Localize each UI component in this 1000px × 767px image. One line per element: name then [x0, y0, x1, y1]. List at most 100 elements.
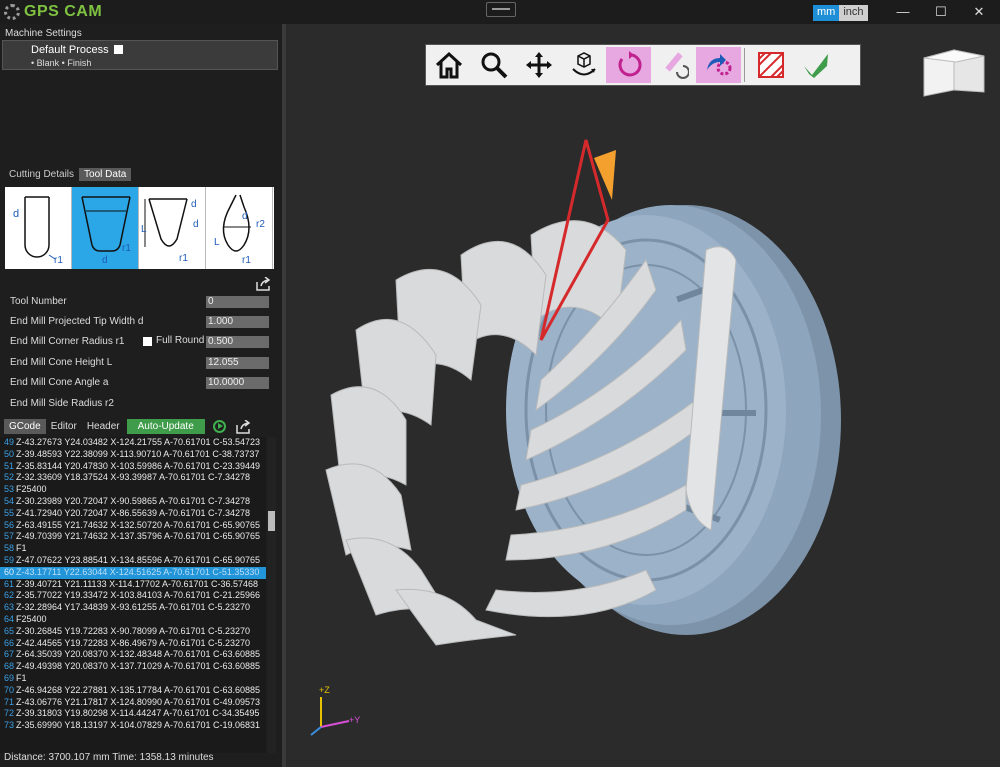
- app-logo: GPS CAM: [4, 2, 102, 22]
- gcode-line[interactable]: 52 Z-32.33609 Y18.37524 X-93.39987 A-70.6…: [0, 472, 266, 484]
- tab-cutting-details[interactable]: Cutting Details: [4, 168, 79, 181]
- pan-button[interactable]: [516, 47, 561, 83]
- gcode-line[interactable]: 71 Z-43.06776 Y21.17817 X-124.80990 A-70.…: [0, 697, 266, 709]
- label-l: L: [141, 224, 147, 235]
- tapered-ball-mill-icon: L d r1 d: [141, 198, 199, 264]
- gcode-line[interactable]: 72 Z-39.31803 Y19.80298 X-114.44247 A-70.…: [0, 708, 266, 720]
- machine-settings-title: Machine Settings: [5, 28, 82, 39]
- gcode-line[interactable]: 50 Z-39.48593 Y22.38099 X-113.90710 A-70.…: [0, 449, 266, 461]
- process-checkbox[interactable]: [114, 45, 123, 54]
- gcode-line[interactable]: 58 F1: [0, 543, 266, 555]
- label-r1: r1: [179, 253, 188, 264]
- tool-orient-button[interactable]: [651, 47, 696, 83]
- param-label-corner-radius: End Mill Corner Radius r1: [10, 336, 125, 347]
- gcode-line[interactable]: 56 Z-63.49155 Y21.74632 X-132.50720 A-70.…: [0, 520, 266, 532]
- gcode-line[interactable]: 49 Z-43.27673 Y24.03482 X-124.21755 A-70.…: [0, 437, 266, 449]
- gcode-list[interactable]: 49 Z-43.27673 Y24.03482 X-124.21755 A-70.…: [0, 437, 266, 753]
- gcode-line[interactable]: 73 Z-35.69990 Y18.13197 X-104.07829 A-70.…: [0, 720, 266, 732]
- panel-toggle-button[interactable]: [486, 2, 516, 17]
- scrollbar-thumb[interactable]: [268, 511, 275, 531]
- zoom-button[interactable]: [471, 47, 516, 83]
- tool-lollipop-mill[interactable]: L r2 d r1: [206, 187, 273, 269]
- unit-mm-button[interactable]: mm: [813, 5, 840, 21]
- param-input-corner-radius[interactable]: 0.500: [206, 336, 269, 348]
- label-r1: r1: [54, 255, 63, 266]
- gcode-line[interactable]: 61 Z-39.40721 Y21.11133 X-114.17702 A-70.…: [0, 579, 266, 591]
- verify-button[interactable]: [793, 47, 838, 83]
- tab-header[interactable]: Header: [82, 419, 125, 434]
- detail-tabs: Cutting Details Tool Data: [4, 168, 132, 181]
- left-panel: Machine Settings Default Process • Blank…: [0, 24, 282, 767]
- gcode-line[interactable]: 67 Z-64.35039 Y20.08370 X-132.48348 A-70.…: [0, 649, 266, 661]
- gcode-line[interactable]: 64 F25400: [0, 614, 266, 626]
- gcode-line[interactable]: 55 Z-41.72940 Y20.72047 X-86.55639 A-70.6…: [0, 508, 266, 520]
- gcode-line[interactable]: 57 Z-49.70399 Y21.74632 X-137.35796 A-70.…: [0, 531, 266, 543]
- play-icon[interactable]: [212, 420, 226, 433]
- axes-gizmo: +Z +Y: [310, 685, 360, 736]
- unit-inch-button[interactable]: inch: [839, 5, 868, 21]
- param-input-tool-number[interactable]: 0: [206, 296, 269, 308]
- axis-z-label: +Z: [319, 685, 330, 695]
- auto-update-button[interactable]: Auto-Update: [126, 419, 205, 434]
- param-input-tip-width[interactable]: 1.000: [206, 316, 269, 328]
- gcode-line[interactable]: 63 Z-32.28964 Y17.34839 X-93.61255 A-70.6…: [0, 602, 266, 614]
- param-input-cone-angle[interactable]: 10.0000: [206, 377, 269, 389]
- rotate-icon: [618, 51, 641, 77]
- param-label-tip-width: End Mill Projected Tip Width d: [10, 316, 144, 327]
- export-gcode-icon[interactable]: [236, 419, 252, 434]
- tool-tapered-ball-mill[interactable]: L d r1 d: [139, 187, 206, 269]
- maximize-button[interactable]: ☐: [931, 3, 951, 21]
- gcode-line[interactable]: 66 Z-42.44565 Y19.72283 X-86.49679 A-70.6…: [0, 638, 266, 650]
- title-bar: GPS CAM mm inch — ☐ ✕: [0, 0, 1000, 24]
- process-name: Default Process: [31, 44, 109, 56]
- view-cube[interactable]: [918, 44, 988, 99]
- 3d-viewport[interactable]: [286, 90, 1000, 690]
- magnifier-icon: [481, 52, 507, 79]
- gcode-line[interactable]: 65 Z-30.26845 Y19.72283 X-90.78099 A-70.6…: [0, 626, 266, 638]
- home-view-button[interactable]: [426, 47, 471, 83]
- hatch-icon: [757, 52, 784, 78]
- tool-rotate-icon: [664, 52, 689, 79]
- gcode-line[interactable]: 51 Z-35.83144 Y20.47830 X-103.59986 A-70.…: [0, 461, 266, 473]
- gcode-line[interactable]: 59 Z-47.07622 Y23.88541 X-134.85596 A-70.…: [0, 555, 266, 567]
- gcode-line[interactable]: 70 Z-46.94268 Y22.27881 X-135.17784 A-70.…: [0, 685, 266, 697]
- ball-end-mill-icon: d r1: [13, 196, 63, 266]
- gear-arrow-icon: [706, 54, 731, 76]
- gcode-scrollbar[interactable]: [267, 437, 276, 753]
- rotate-3d-button[interactable]: [561, 47, 606, 83]
- gcode-line[interactable]: 54 Z-30.23989 Y20.72047 X-90.59865 A-70.6…: [0, 496, 266, 508]
- axis-y-label: +Y: [349, 715, 360, 725]
- tool-ball-end-mill[interactable]: d r1: [5, 187, 72, 269]
- unit-toggle[interactable]: mm inch: [813, 5, 868, 21]
- tool-tapered-end-mill[interactable]: d r1: [72, 187, 139, 269]
- gcode-line[interactable]: 68 Z-49.49398 Y20.08370 X-137.71029 A-70.…: [0, 661, 266, 673]
- gcode-line[interactable]: 53 F25400: [0, 484, 266, 496]
- rotate-button[interactable]: [606, 47, 651, 83]
- stock-toggle-button[interactable]: [748, 47, 793, 83]
- tab-gcode[interactable]: GCode: [4, 419, 46, 434]
- close-button[interactable]: ✕: [969, 3, 989, 21]
- gcode-line[interactable]: 62 Z-35.77022 Y19.33472 X-103.84103 A-70.…: [0, 590, 266, 602]
- tab-editor[interactable]: Editor: [46, 419, 82, 434]
- param-label-tool-number: Tool Number: [10, 296, 67, 307]
- gear-logo-icon: [4, 4, 20, 20]
- rotate-3d-icon: [571, 52, 596, 76]
- home-icon: [435, 51, 462, 79]
- check-icon: [803, 54, 828, 78]
- gcode-line[interactable]: 69 F1: [0, 673, 266, 685]
- param-label-cone-height: End Mill Cone Height L: [10, 357, 113, 368]
- status-bar: Distance: 3700.107 mm Time: 1358.13 minu…: [4, 752, 214, 763]
- param-input-cone-height[interactable]: 12.055: [206, 357, 269, 369]
- process-item[interactable]: Default Process • Blank • Finish: [2, 40, 278, 70]
- label-d: d: [191, 199, 197, 210]
- gcode-line-selected[interactable]: 60 Z-43.17711 Y22.63044 X-124.51625 A-70.…: [0, 566, 266, 579]
- full-round-checkbox[interactable]: [143, 337, 152, 346]
- toolbar-separator: [744, 48, 745, 82]
- label-l: L: [214, 237, 220, 248]
- simulate-button[interactable]: [696, 47, 741, 83]
- tab-tool-data[interactable]: Tool Data: [79, 168, 132, 181]
- export-icon[interactable]: [256, 277, 272, 291]
- process-steps: • Blank • Finish: [31, 58, 92, 68]
- minimize-button[interactable]: —: [893, 3, 913, 21]
- param-label-cone-angle: End Mill Cone Angle a: [10, 377, 109, 388]
